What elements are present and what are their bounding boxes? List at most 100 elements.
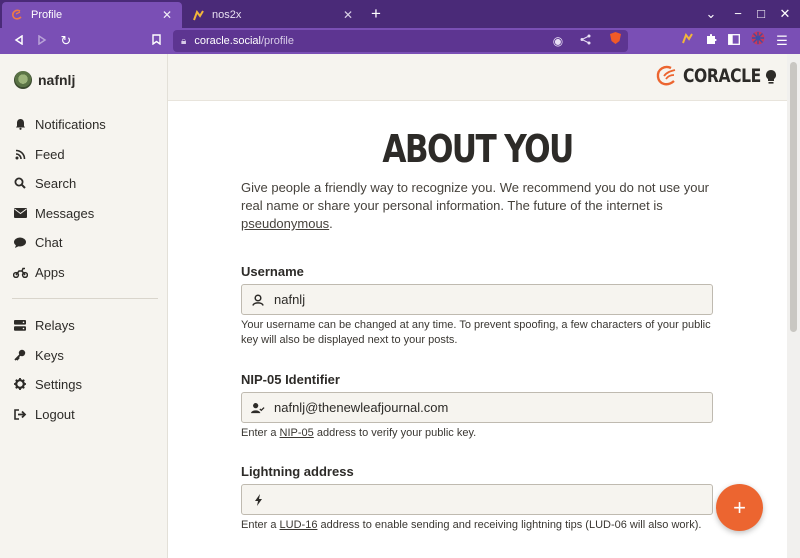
new-tab-button[interactable]: + <box>366 3 386 25</box>
coracle-favicon-icon <box>10 8 24 22</box>
page-scrollbar[interactable] <box>787 54 800 558</box>
lightning-help: Enter a LUD-16 address to enable sending… <box>241 518 721 533</box>
sidebar-item-notifications[interactable]: Notifications <box>12 112 162 136</box>
lock-icon: 🔒︎ <box>181 35 187 47</box>
nip05-link[interactable]: NIP-05 <box>280 427 314 439</box>
lud16-link[interactable]: LUD-16 <box>280 519 318 531</box>
lightbulb-icon[interactable] <box>764 69 778 85</box>
nip05-label: NIP-05 Identifier <box>241 372 340 387</box>
sidebar-item-keys[interactable]: Keys <box>12 343 162 367</box>
scrollbar-thumb[interactable] <box>790 62 797 332</box>
sidebar-item-feed[interactable]: Feed <box>12 142 162 166</box>
nip05-help: Enter a NIP-05 address to verify your pu… <box>241 426 721 441</box>
pseudonymous-link[interactable]: pseudonymous <box>241 216 329 231</box>
tab-nos2x[interactable]: nos2x ✕ <box>183 2 363 28</box>
nos2x-favicon-icon <box>191 8 205 22</box>
sidebar-item-label: Chat <box>35 234 63 250</box>
maximize-icon[interactable]: □ <box>750 3 772 25</box>
nip05-input[interactable] <box>274 400 694 415</box>
username-help: Your username can be changed at any time… <box>241 319 711 346</box>
sidebar-item-label: Feed <box>35 146 65 162</box>
tab-profile[interactable]: Profile ✕ <box>2 2 182 28</box>
lightning-label: Lightning address <box>241 464 354 479</box>
sidebar-item-apps[interactable]: Apps <box>12 260 162 284</box>
coracle-logo-icon <box>656 65 676 86</box>
brand-name: CORACLE <box>683 65 761 87</box>
forward-icon[interactable] <box>31 30 53 52</box>
back-icon[interactable] <box>8 30 30 52</box>
rss-icon <box>12 149 28 160</box>
reload-icon[interactable]: ↻ <box>55 30 77 52</box>
sidebar: nafnlj Notifications Feed Search Message… <box>0 54 168 558</box>
motorcycle-icon <box>12 267 28 278</box>
url-host: coracle.social <box>194 35 261 47</box>
gear-icon <box>12 378 28 390</box>
intro-body: Give people a friendly way to recognize … <box>241 180 710 213</box>
user-badge-icon <box>251 293 265 306</box>
tab-title: Profile <box>31 9 63 21</box>
close-tab-icon[interactable]: ✕ <box>341 8 355 22</box>
intro-text: Give people a friendly way to recognize … <box>241 179 721 233</box>
url-path: /profile <box>260 35 294 47</box>
profile-name: nafnlj <box>38 72 76 88</box>
browser-tab-bar: Profile ✕ nos2x ✕ + ⌄ − □ ✕ <box>0 0 800 28</box>
close-window-icon[interactable]: ✕ <box>774 3 796 25</box>
page: nafnlj Notifications Feed Search Message… <box>0 54 800 558</box>
sidebar-item-relays[interactable]: Relays <box>12 313 162 337</box>
help-text: Enter a <box>241 519 280 531</box>
lightning-input[interactable] <box>274 492 694 507</box>
username-label: Username <box>241 264 304 279</box>
sidebar-item-label: Settings <box>35 376 82 392</box>
help-text: Enter a <box>241 427 280 439</box>
brave-shield-icon[interactable] <box>605 30 625 52</box>
sidebar-item-label: Search <box>35 175 77 191</box>
sidebar-item-label: Messages <box>35 205 95 221</box>
sidebar-item-logout[interactable]: Logout <box>12 402 162 426</box>
nos2x-extension-icon[interactable] <box>676 30 698 52</box>
eye-icon[interactable]: ◉ <box>548 30 568 52</box>
profile-avatar-icon[interactable] <box>747 30 769 52</box>
main-content: CORACLE ABOUT YOU Give people a friendly… <box>168 54 787 558</box>
sidebar-item-label: Logout <box>35 406 75 422</box>
bell-icon <box>12 118 28 130</box>
server-icon <box>12 319 28 331</box>
nip05-field[interactable] <box>241 392 713 423</box>
sidebar-item-label: Keys <box>35 347 64 363</box>
brand-logo[interactable]: CORACLE <box>654 64 778 88</box>
add-button[interactable]: + <box>716 484 763 531</box>
avatar <box>14 71 32 89</box>
sidebar-item-settings[interactable]: Settings <box>12 372 162 396</box>
extensions-puzzle-icon[interactable] <box>700 30 722 52</box>
page-title: ABOUT YOU <box>382 127 574 171</box>
sidebar-item-search[interactable]: Search <box>12 171 162 195</box>
username-input[interactable] <box>274 292 694 307</box>
minimize-icon[interactable]: − <box>727 3 749 25</box>
chat-bubble-icon <box>12 237 28 248</box>
sidebar-toggle-icon[interactable] <box>723 30 745 52</box>
help-text: address to verify your public key. <box>313 427 477 439</box>
bookmark-icon[interactable] <box>145 30 167 52</box>
username-field[interactable] <box>241 284 713 315</box>
menu-icon[interactable]: ☰ <box>771 30 793 52</box>
lightning-field[interactable] <box>241 484 713 515</box>
tab-title: nos2x <box>212 9 242 21</box>
search-icon <box>12 177 28 189</box>
tab-list-chevron-icon[interactable]: ⌄ <box>700 3 722 25</box>
intro-period: . <box>329 216 333 231</box>
help-text: address to enable sending and receiving … <box>317 519 702 531</box>
user-check-icon <box>251 402 265 414</box>
browser-toolbar: ↻ 🔒︎ coracle.social/profile ◉ ☰ <box>0 28 800 54</box>
sidebar-item-chat[interactable]: Chat <box>12 230 162 254</box>
address-bar[interactable]: 🔒︎ coracle.social/profile ◉ <box>173 30 628 52</box>
bolt-icon <box>251 493 265 506</box>
share-icon[interactable] <box>575 30 595 52</box>
key-icon <box>12 349 28 361</box>
logout-icon <box>12 408 28 420</box>
sidebar-item-label: Apps <box>35 264 65 280</box>
close-tab-icon[interactable]: ✕ <box>160 8 174 22</box>
envelope-icon <box>12 208 28 218</box>
sidebar-item-messages[interactable]: Messages <box>12 201 162 225</box>
sidebar-item-label: Relays <box>35 317 75 333</box>
top-bar: CORACLE <box>168 54 787 101</box>
profile-link[interactable]: nafnlj <box>14 71 75 89</box>
